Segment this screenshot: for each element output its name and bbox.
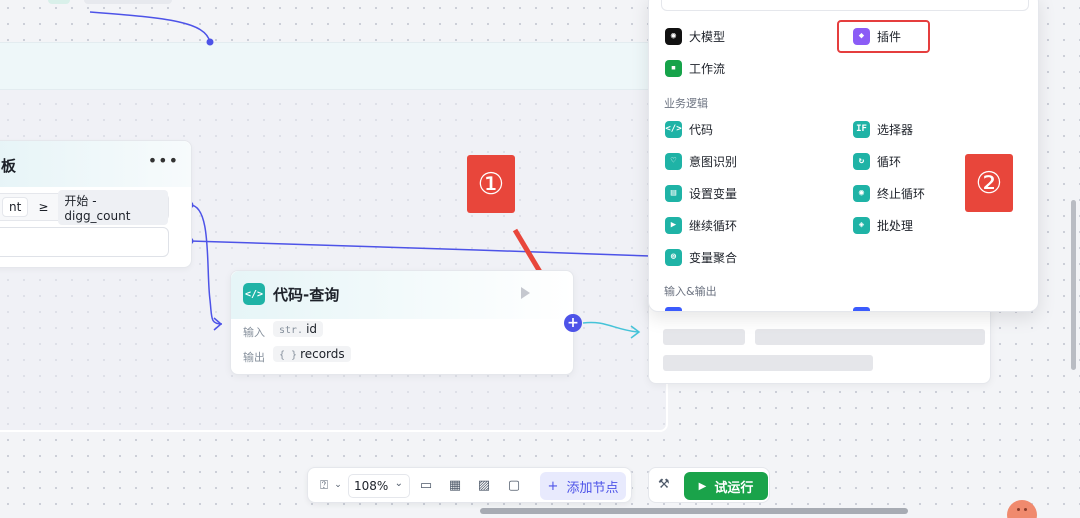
zoom-select[interactable]: 108% ⌄ — [348, 474, 410, 498]
llm-icon: ◉ — [665, 27, 682, 45]
input-node-icon — [665, 307, 682, 311]
run-toolbar: ⚒ ▶ 试运行 — [648, 467, 770, 503]
step-1-badge: ① — [467, 155, 515, 213]
intent-icon: ♡ — [665, 152, 682, 170]
menu-item-code[interactable]: </> 代码 — [665, 119, 713, 139]
input-name: id — [306, 322, 318, 336]
vertical-scrollbar[interactable] — [1071, 200, 1076, 370]
set-variable-icon: ▤ — [665, 184, 682, 202]
section-title-logic: 业务逻辑 — [664, 97, 708, 110]
menu-item-label: 批处理 — [877, 218, 914, 233]
add-next-node-button[interactable]: + — [564, 314, 582, 332]
condition-row[interactable]: nt ≥ 开始 - digg_count — [0, 189, 169, 225]
output-param-chip: { } records — [273, 346, 351, 362]
loop-icon: ↻ — [853, 152, 870, 170]
node-search-input[interactable] — [661, 0, 1029, 11]
comment-icon[interactable]: ▭ — [418, 477, 434, 493]
menu-item-llm[interactable]: ◉ 大模型 — [665, 26, 725, 46]
condition-input[interactable] — [0, 227, 169, 257]
wrench-icon[interactable]: ⚒ — [658, 477, 670, 492]
minimap-icon[interactable]: ▨ — [476, 477, 492, 493]
menu-item-label: 循环 — [877, 154, 902, 169]
chevron-down-icon[interactable]: ⌄ — [330, 477, 346, 493]
menu-item-label: 选择器 — [877, 122, 914, 137]
plugin-highlight-box — [837, 20, 930, 53]
workflow-icon: ▪ — [665, 59, 682, 77]
skeleton-bar — [755, 329, 985, 345]
menu-item-label: 设置变量 — [689, 186, 738, 201]
menu-item-label: 终止循环 — [877, 186, 926, 201]
continue-loop-icon: ▶ — [665, 216, 682, 234]
condition-node-card[interactable]: 板 ••• nt ≥ 开始 - digg_count — [0, 140, 192, 268]
if-icon: IF — [853, 120, 870, 138]
canvas-toolbar: ⍰ ⌄ 108% ⌄ ▭ ▦ ▨ ▢ + 添加节点 — [307, 467, 632, 503]
connection-edge — [582, 321, 639, 333]
menu-item-label: 工作流 — [689, 61, 726, 76]
play-icon[interactable] — [521, 287, 530, 299]
section-title-io: 输入&输出 — [664, 285, 717, 298]
play-icon: ▶ — [698, 480, 707, 492]
output-node-icon — [853, 307, 870, 311]
chevron-down-icon: ⌄ — [394, 478, 403, 489]
operator[interactable]: ≥ — [38, 200, 48, 214]
add-node-button[interactable]: + 添加节点 — [540, 472, 626, 500]
menu-item-label: 大模型 — [689, 29, 726, 44]
menu-item-label: 继续循环 — [689, 218, 738, 233]
skeleton-bar — [663, 329, 745, 345]
node-title: 板 — [1, 157, 17, 175]
menu-item-loop[interactable]: ↻ 循环 — [853, 151, 901, 171]
menu-item-workflow[interactable]: ▪ 工作流 — [665, 58, 725, 78]
connection-edge — [89, 11, 211, 43]
fit-view-icon[interactable]: ▢ — [506, 477, 522, 493]
menu-item-label: 变量聚合 — [689, 250, 738, 265]
menu-item-label: 代码 — [689, 122, 714, 137]
input-label: 输入 — [243, 326, 265, 339]
horizontal-scrollbar[interactable] — [480, 508, 908, 514]
param-reference[interactable]: 开始 - digg_count — [58, 189, 168, 225]
connection-dot — [206, 38, 214, 46]
batch-icon: ◈ — [853, 216, 870, 234]
connection-edge — [189, 240, 651, 257]
code-icon: </> — [665, 120, 682, 138]
param-value: nt — [2, 197, 29, 217]
code-node-card[interactable]: </> 代码-查询 输入 str. id 输出 { } records — [230, 270, 574, 375]
stop-loop-icon: ◉ — [853, 184, 870, 202]
node-title: 代码-查询 — [273, 286, 340, 304]
step-2-badge: ② — [965, 154, 1013, 212]
input-param-chip: str. id — [273, 321, 324, 337]
input-type: str. — [279, 325, 304, 336]
test-run-label: 试运行 — [714, 480, 754, 496]
plus-icon: + — [547, 478, 559, 494]
menu-item-intent[interactable]: ♡ 意图识别 — [665, 151, 737, 171]
menu-item-label: 意图识别 — [689, 154, 738, 169]
menu-item-continue-loop[interactable]: ▶ 继续循环 — [665, 215, 737, 235]
connection-edge — [189, 204, 223, 325]
add-node-label: 添加节点 — [566, 480, 619, 496]
skeleton-bar — [663, 355, 873, 371]
more-options-icon[interactable]: ••• — [148, 151, 179, 170]
zoom-value: 108% — [354, 479, 389, 493]
menu-item-set-variable[interactable]: ▤ 设置变量 — [665, 183, 737, 203]
code-icon: </> — [243, 283, 265, 305]
menu-item-variable-merge[interactable]: ⊚ 变量聚合 — [665, 247, 737, 267]
menu-item-batch[interactable]: ◈ 批处理 — [853, 215, 913, 235]
output-type: { } — [279, 350, 298, 361]
menu-item-selector[interactable]: IF 选择器 — [853, 119, 913, 139]
menu-item-stop-loop[interactable]: ◉ 终止循环 — [853, 183, 925, 203]
layout-icon[interactable]: ▦ — [447, 477, 463, 493]
output-label: 输出 — [243, 351, 265, 364]
test-run-button[interactable]: ▶ 试运行 — [684, 472, 768, 500]
output-name: records — [300, 347, 345, 361]
variable-merge-icon: ⊚ — [665, 248, 682, 266]
